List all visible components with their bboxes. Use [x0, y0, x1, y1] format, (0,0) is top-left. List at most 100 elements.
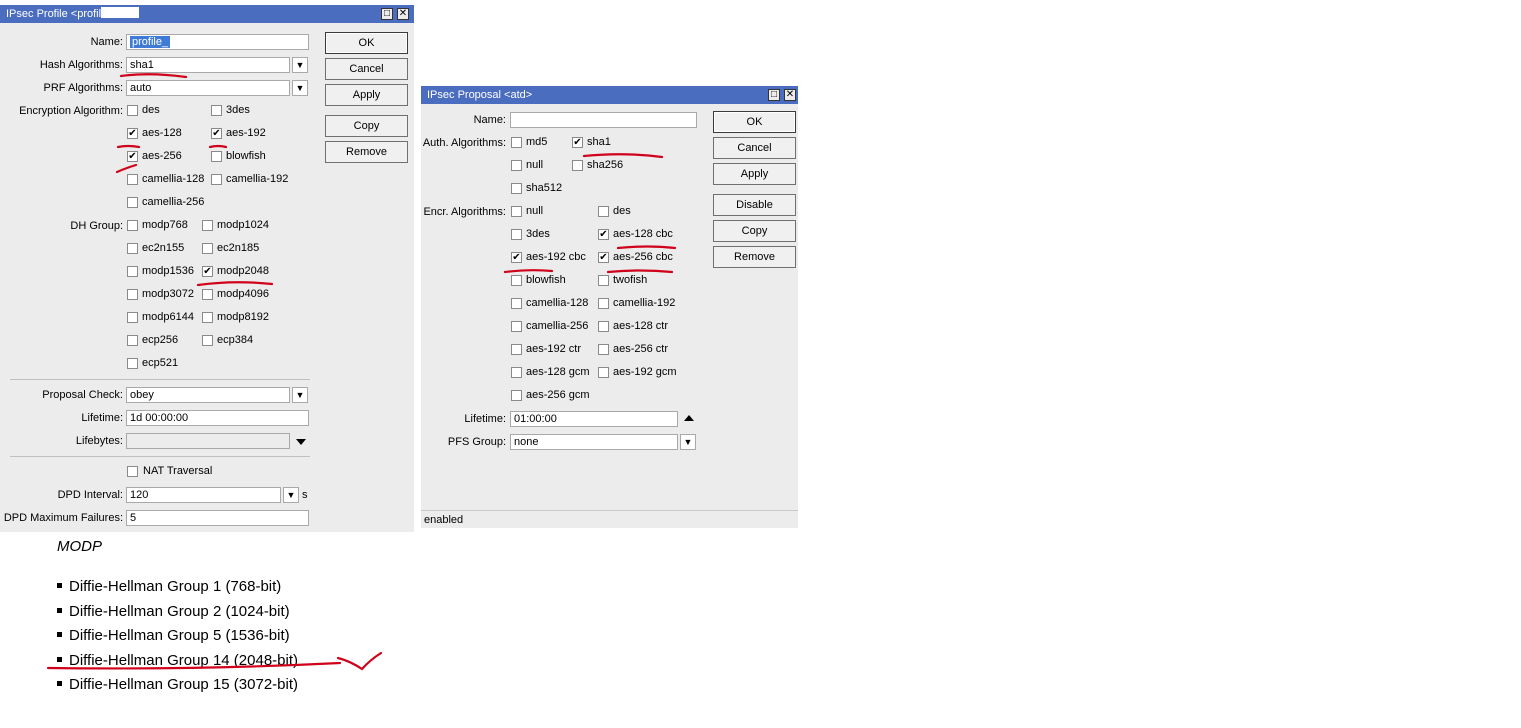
cancel-button[interactable]: Cancel: [713, 137, 796, 159]
option-checkbox[interactable]: ✔: [572, 137, 583, 148]
lifebytes-dropdown-icon[interactable]: [296, 439, 306, 445]
option-checkbox[interactable]: [598, 275, 609, 286]
option-checkbox[interactable]: [127, 197, 138, 208]
option-checkbox[interactable]: [127, 266, 138, 277]
nat-traversal-checkbox[interactable]: [127, 466, 138, 477]
option-checkbox[interactable]: [211, 105, 222, 116]
option-checkbox[interactable]: [127, 312, 138, 323]
option-label: aes-256 ctr: [613, 343, 669, 355]
option-checkbox[interactable]: [598, 344, 609, 355]
maximize-icon[interactable]: □: [768, 89, 780, 101]
lifebytes-field[interactable]: [126, 433, 290, 449]
option-checkbox[interactable]: ✔: [211, 128, 222, 139]
prf-field[interactable]: auto: [126, 80, 290, 96]
option-label: blowfish: [526, 274, 566, 286]
option-checkbox[interactable]: [127, 220, 138, 231]
remove-button[interactable]: Remove: [713, 246, 796, 268]
prf-label: PRF Algorithms:: [43, 82, 123, 94]
option-checkbox[interactable]: [202, 220, 213, 231]
option-checkbox[interactable]: ✔: [511, 252, 522, 263]
dpd-interval-label: DPD Interval:: [57, 489, 123, 501]
option-checkbox[interactable]: [127, 105, 138, 116]
option-label: sha1: [587, 136, 611, 148]
lifetime-collapse-icon[interactable]: [684, 415, 694, 421]
option-label: ec2n185: [217, 242, 260, 254]
close-icon[interactable]: ✕: [784, 89, 796, 101]
option-checkbox[interactable]: ✔: [127, 128, 138, 139]
maximize-icon[interactable]: □: [381, 8, 393, 20]
option-label: sha256: [587, 159, 624, 171]
name-field[interactable]: [510, 112, 697, 128]
lifetime-field[interactable]: 1d 00:00:00: [126, 410, 309, 426]
lifetime-field[interactable]: 01:00:00: [510, 411, 678, 427]
dpd-interval-dropdown-icon[interactable]: ▼: [283, 487, 299, 503]
ok-button[interactable]: OK: [713, 111, 796, 133]
option-checkbox[interactable]: [211, 151, 222, 162]
option-checkbox[interactable]: [598, 206, 609, 217]
option-checkbox[interactable]: [127, 174, 138, 185]
option-checkbox[interactable]: [598, 321, 609, 332]
option-checkbox[interactable]: [511, 206, 522, 217]
apply-button[interactable]: Apply: [325, 84, 408, 106]
proposal-check-dropdown-icon[interactable]: ▼: [292, 387, 308, 403]
option-checkbox[interactable]: [202, 335, 213, 346]
option-checkbox[interactable]: [202, 289, 213, 300]
pfs-group-field[interactable]: none: [510, 434, 678, 450]
option-label: aes-256 cbc: [613, 251, 673, 263]
option-checkbox[interactable]: [598, 298, 609, 309]
ok-button[interactable]: OK: [325, 32, 408, 54]
option-label: modp1536: [142, 265, 194, 277]
remove-button[interactable]: Remove: [325, 141, 408, 163]
option-checkbox[interactable]: [598, 367, 609, 378]
proposal-check-field[interactable]: obey: [126, 387, 290, 403]
name-label: Name:: [90, 36, 123, 48]
option-checkbox[interactable]: [511, 367, 522, 378]
option-checkbox[interactable]: [511, 390, 522, 401]
option-checkbox[interactable]: [202, 312, 213, 323]
option-checkbox[interactable]: [511, 229, 522, 240]
ipsec-proposal-window: IPsec Proposal <atd> □ ✕ Name: Auth. Alg…: [421, 86, 798, 528]
list-item: Diffie-Hellman Group 14 (2048-bit): [57, 649, 298, 674]
dpd-max-failures-field[interactable]: 5: [126, 510, 309, 526]
option-checkbox[interactable]: [211, 174, 222, 185]
option-checkbox[interactable]: [127, 243, 138, 254]
option-checkbox[interactable]: [127, 358, 138, 369]
prf-dropdown-icon[interactable]: ▼: [292, 80, 308, 96]
name-field[interactable]: profile_: [126, 34, 309, 50]
proposal-titlebar[interactable]: IPsec Proposal <atd>: [421, 86, 798, 104]
hash-field[interactable]: sha1: [126, 57, 290, 73]
option-checkbox[interactable]: [202, 243, 213, 254]
option-checkbox[interactable]: [572, 160, 583, 171]
option-checkbox[interactable]: [511, 275, 522, 286]
profile-titlebar[interactable]: IPsec Profile <profil: [0, 5, 414, 23]
option-checkbox[interactable]: [127, 289, 138, 300]
option-checkbox[interactable]: ✔: [598, 252, 609, 263]
dpd-max-failures-label: DPD Maximum Failures:: [3, 512, 123, 524]
hash-dropdown-icon[interactable]: ▼: [292, 57, 308, 73]
apply-button[interactable]: Apply: [713, 163, 796, 185]
copy-button[interactable]: Copy: [713, 220, 796, 242]
option-checkbox[interactable]: [127, 335, 138, 346]
option-label: aes-128: [142, 127, 182, 139]
encr-algorithms-label: Encr. Algorithms:: [423, 206, 506, 218]
modp-group-text: Diffie-Hellman Group 2 (1024-bit): [69, 602, 290, 620]
option-checkbox[interactable]: ✔: [202, 266, 213, 277]
option-checkbox[interactable]: ✔: [127, 151, 138, 162]
option-checkbox[interactable]: [511, 137, 522, 148]
option-checkbox[interactable]: [511, 298, 522, 309]
close-icon[interactable]: ✕: [397, 8, 409, 20]
option-checkbox[interactable]: [511, 183, 522, 194]
option-label: null: [526, 159, 544, 171]
option-checkbox[interactable]: [511, 321, 522, 332]
disable-button[interactable]: Disable: [713, 194, 796, 216]
option-label: des: [613, 205, 631, 217]
dpd-unit: s: [302, 489, 308, 501]
option-checkbox[interactable]: ✔: [598, 229, 609, 240]
option-label: sha512: [526, 182, 563, 194]
dpd-interval-field[interactable]: 120: [126, 487, 281, 503]
pfs-group-dropdown-icon[interactable]: ▼: [680, 434, 696, 450]
option-checkbox[interactable]: [511, 344, 522, 355]
option-checkbox[interactable]: [511, 160, 522, 171]
copy-button[interactable]: Copy: [325, 115, 408, 137]
cancel-button[interactable]: Cancel: [325, 58, 408, 80]
